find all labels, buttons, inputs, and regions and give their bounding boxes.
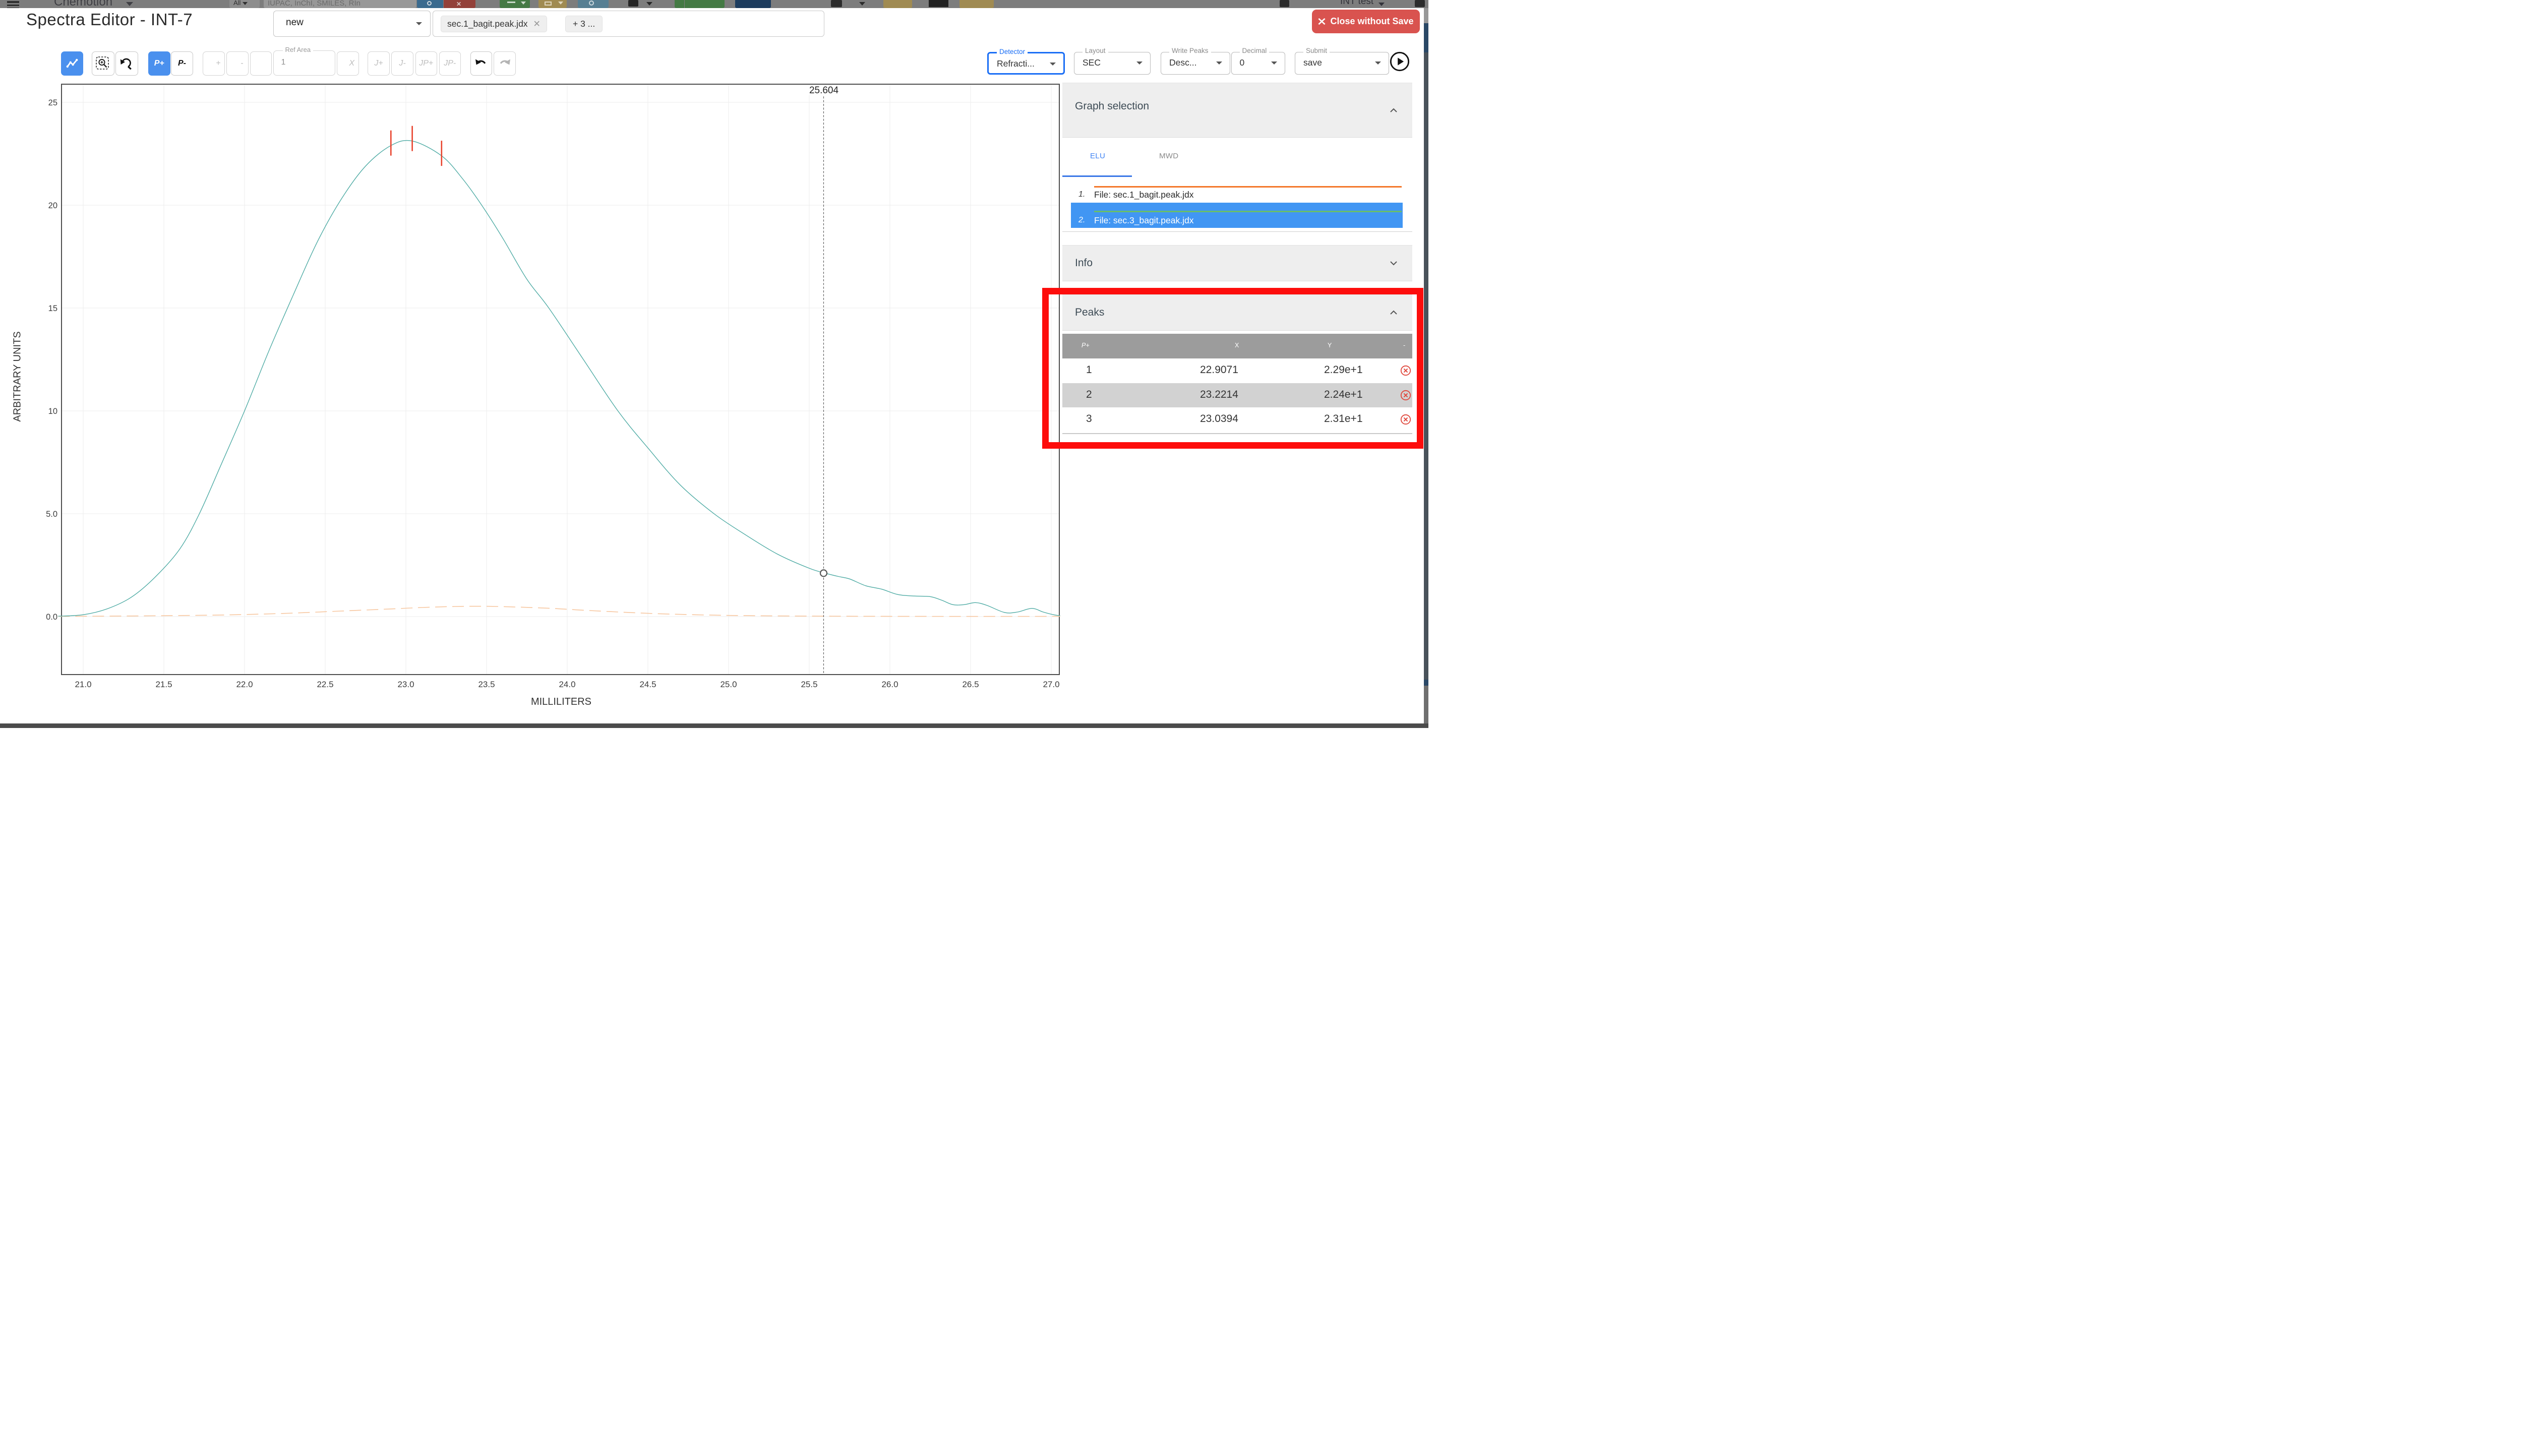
svg-text:21.5: 21.5 [155, 680, 172, 689]
svg-text:23.0: 23.0 [397, 680, 414, 689]
svg-text:27.0: 27.0 [1043, 680, 1059, 689]
svg-text:22.5: 22.5 [317, 680, 333, 689]
svg-text:20: 20 [48, 201, 57, 210]
svg-text:23.5: 23.5 [478, 680, 495, 689]
svg-text:26.5: 26.5 [962, 680, 979, 689]
svg-text:15: 15 [48, 304, 57, 313]
svg-text:24.0: 24.0 [559, 680, 575, 689]
svg-text:25.604: 25.604 [809, 85, 839, 96]
svg-text:22.0: 22.0 [236, 680, 253, 689]
svg-text:26.0: 26.0 [881, 680, 898, 689]
svg-text:25.5: 25.5 [801, 680, 817, 689]
svg-text:5.0: 5.0 [46, 510, 57, 519]
svg-text:25: 25 [48, 98, 57, 107]
svg-text:10: 10 [48, 407, 57, 416]
svg-text:24.5: 24.5 [639, 680, 656, 689]
svg-text:MILLILITERS: MILLILITERS [531, 696, 591, 707]
svg-text:21.0: 21.0 [75, 680, 91, 689]
svg-text:ARBITRARY UNITS: ARBITRARY UNITS [12, 331, 23, 421]
svg-text:25.0: 25.0 [720, 680, 737, 689]
svg-text:0.0: 0.0 [46, 613, 57, 622]
